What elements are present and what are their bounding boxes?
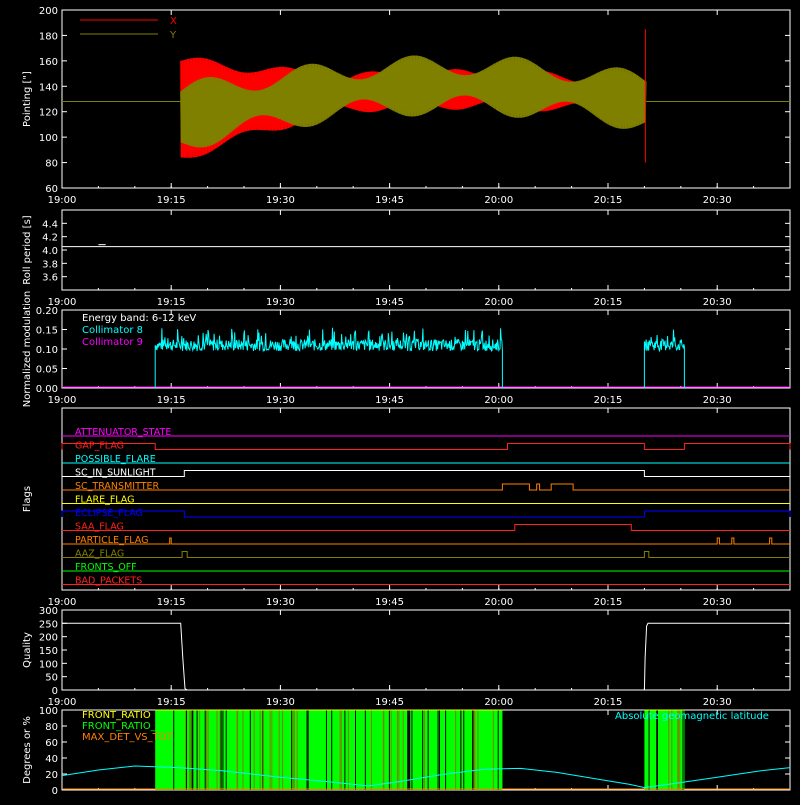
pointing-ytick-label: 80 xyxy=(45,159,58,170)
modulation-legend-energy: Energy band: 6-12 keV xyxy=(82,313,196,324)
pointing-ytick-label: 140 xyxy=(39,82,58,93)
quality-ytick-label: 150 xyxy=(39,646,58,657)
pointing-legend-y-label: Y xyxy=(169,30,177,41)
modulation-ytick-label: 0.00 xyxy=(36,384,58,395)
flag-label-eclipse-flag: ECLIPSE_FLAG xyxy=(75,508,143,519)
modulation-xtick-label: 19:00 xyxy=(48,395,77,406)
modulation-ylabel: Normalized modulation xyxy=(22,291,33,408)
flag-trace-sc-transmitter xyxy=(62,483,790,491)
pointing-ytick-label: 120 xyxy=(39,108,58,119)
quality-xtick-label: 20:15 xyxy=(594,697,623,708)
roll-xtick-label: 20:30 xyxy=(703,297,732,308)
modulation-xtick-label: 19:30 xyxy=(266,395,295,406)
flags-xtick-label: 20:15 xyxy=(594,597,623,608)
modulation-ytick-label: 0.15 xyxy=(36,326,58,337)
pointing-ytick-label: 160 xyxy=(39,57,58,68)
roll-ytick-label: 3.6 xyxy=(42,273,58,284)
quality-ytick-label: 250 xyxy=(39,619,58,630)
quality-ytick-label: 200 xyxy=(39,633,58,644)
modulation-ytick-label: 0.20 xyxy=(36,306,58,317)
modulation-ytick-label: 0.05 xyxy=(36,365,58,376)
modulation-xtick-label: 19:45 xyxy=(375,395,404,406)
roll-ylabel: Roll period [s] xyxy=(22,215,33,284)
pointing-xtick-label: 19:15 xyxy=(157,195,186,206)
multi-panel-chart: 19:00 19:15 19:30 19:45 20:00 20:15 20:30 Point… xyxy=(0,0,800,800)
modulation-xtick-label: 19:15 xyxy=(157,395,186,406)
ratios-ytick-label: 80 xyxy=(45,722,58,733)
roll-ytick-label: 3.8 xyxy=(42,259,58,270)
flag-trace-eclipse-flag xyxy=(61,510,791,518)
modulation-xtick-label: 20:00 xyxy=(484,395,513,406)
roll-ytick-label: 4.2 xyxy=(42,233,58,244)
roll-xtick-label: 19:45 xyxy=(375,297,404,308)
modulation-xtick-label: 20:15 xyxy=(594,395,623,406)
pointing-xtick-label: 19:45 xyxy=(375,195,404,206)
modulation-collimator8-series xyxy=(154,327,685,388)
quality-xtick-label: 19:45 xyxy=(375,697,404,708)
pointing-legend-x-label: X xyxy=(170,16,177,27)
modulation-legend-collimator9: Collimator 9 xyxy=(82,337,143,348)
quality-frame xyxy=(61,609,791,691)
quality-ytick-label: 300 xyxy=(39,606,58,617)
flag-trace-gap-flag xyxy=(61,443,791,450)
ratios-green-block-0 xyxy=(155,710,503,790)
pointing-xtick-label: 20:00 xyxy=(484,195,513,206)
flag-trace-saa-flag xyxy=(62,524,790,531)
quality-xtick-label: 20:30 xyxy=(703,697,732,708)
quality-xtick-label: 19:30 xyxy=(266,697,295,708)
pointing-ytick-label: 60 xyxy=(45,184,58,195)
ratios-ylabel: Degrees or % xyxy=(22,716,33,784)
flags-ylabel: Flags xyxy=(22,486,33,512)
pointing-ylabel: Pointing ["] xyxy=(22,71,33,127)
flag-trace-aaz-flag xyxy=(62,551,790,558)
quality-xtick-label: 20:00 xyxy=(484,697,513,708)
modulation-ytick-label: 0.10 xyxy=(36,345,58,356)
roll-xtick-label: 19:15 xyxy=(157,297,186,308)
pointing-series-y xyxy=(180,55,647,148)
ratios-ytick-label: 0 xyxy=(52,786,58,797)
ratios-legend-front-ratio: FRONT_RATIO xyxy=(82,710,151,721)
ratios-legend-max-det: MAX_DET_VS_TOT xyxy=(82,732,174,743)
flags-xtick-label: 19:15 xyxy=(157,597,186,608)
ratios-legend-front-ratio-2: FRONT_RATIO_ xyxy=(82,721,157,732)
flag-trace-particle-flag xyxy=(62,537,790,545)
ratios-ytick-label: 40 xyxy=(45,754,58,765)
quality-xtick-label: 19:15 xyxy=(157,697,186,708)
roll-ytick-label: 4.4 xyxy=(42,219,58,230)
pointing-xtick-label: 19:00 xyxy=(48,195,77,206)
modulation-legend-collimator8: Collimator 8 xyxy=(82,325,143,336)
flag-trace-sc-in-sunlight xyxy=(62,470,790,477)
quality-ytick-label: 50 xyxy=(45,673,58,684)
roll-ytick-label: 4.0 xyxy=(42,246,58,257)
ratios-ytick-label: 20 xyxy=(45,770,58,781)
ratios-annotation-latitude: Absolute geomagnetic latitude xyxy=(615,711,769,722)
pointing-ytick-label: 180 xyxy=(39,31,58,42)
flag-label-gap-flag: GAP_FLAG xyxy=(75,441,124,452)
quality-ytick-label: 0 xyxy=(52,686,58,697)
flags-xtick-label: 19:45 xyxy=(375,597,404,608)
pointing-xtick-label: 20:15 xyxy=(594,195,623,206)
roll-xtick-label: 19:30 xyxy=(266,297,295,308)
quality-ytick-label: 100 xyxy=(39,659,58,670)
flags-xtick-label: 19:30 xyxy=(266,597,295,608)
modulation-xtick-label: 20:30 xyxy=(703,395,732,406)
flags-xtick-label: 20:00 xyxy=(484,597,513,608)
roll-xtick-label: 20:00 xyxy=(484,297,513,308)
chart-canvas: 19:00 19:15 19:30 19:45 20:00 20:15 20:30 Point… xyxy=(22,6,791,797)
pointing-xtick-label: 20:30 xyxy=(703,195,732,206)
pointing-xtick-label: 19:30 xyxy=(266,195,295,206)
ratios-ytick-label: 100 xyxy=(39,706,58,717)
roll-frame xyxy=(61,209,791,291)
ratios-ytick-label: 60 xyxy=(45,738,58,749)
roll-xtick-label: 20:15 xyxy=(594,297,623,308)
pointing-ytick-label: 100 xyxy=(39,133,58,144)
quality-series xyxy=(62,622,790,691)
flags-xtick-label: 20:30 xyxy=(703,597,732,608)
pointing-ytick-label: 200 xyxy=(39,6,58,17)
quality-ylabel: Quality xyxy=(22,632,33,668)
